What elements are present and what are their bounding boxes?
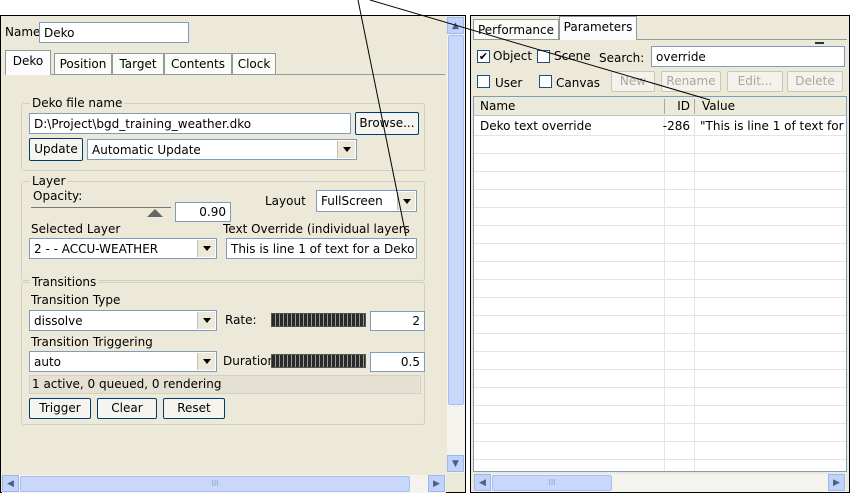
tab-parameters[interactable]: Parameters [559, 16, 637, 40]
tab-deko[interactable]: Deko [5, 50, 51, 75]
callout-line-value-column [369, 0, 711, 101]
callout-lines [357, 0, 711, 237]
callout-line-text-override [357, 0, 407, 237]
